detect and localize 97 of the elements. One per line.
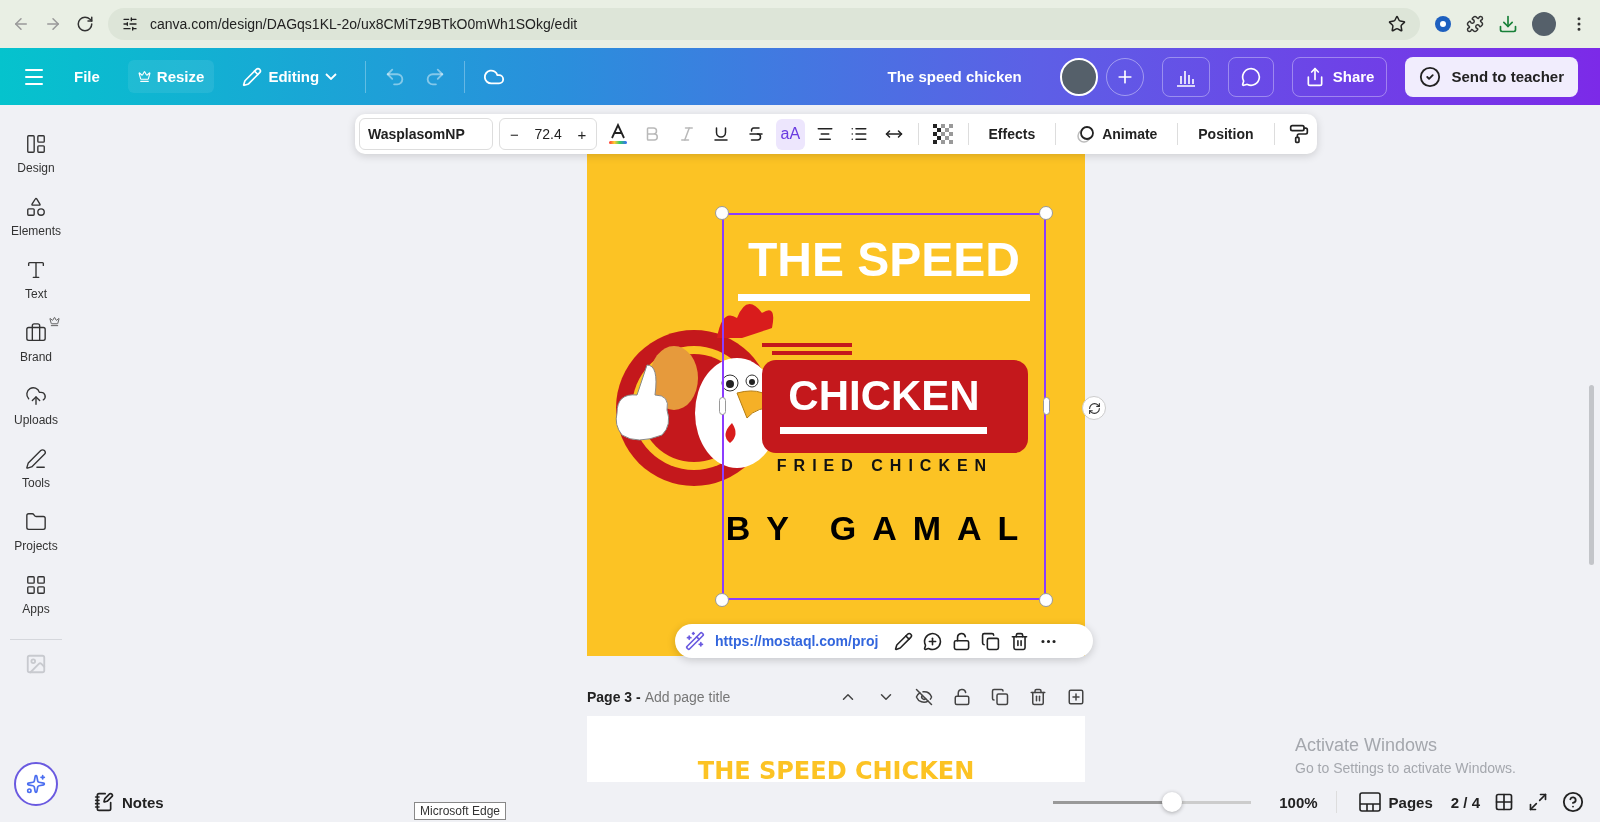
text-color-icon <box>607 123 628 145</box>
resize-handle[interactable] <box>1039 206 1053 220</box>
sidebar-item[interactable]: Uploads <box>4 381 68 431</box>
page-title-field[interactable]: Add page title <box>644 689 795 705</box>
slider-thumb[interactable] <box>1162 792 1183 812</box>
delete-icon[interactable] <box>1029 688 1047 706</box>
reload-icon[interactable] <box>76 15 94 33</box>
page-count: 2 / 4 <box>1450 793 1480 811</box>
resize-handle[interactable] <box>1039 593 1053 607</box>
send-to-teacher-button[interactable]: Send to teacher <box>1405 56 1578 97</box>
address-bar[interactable]: canva.com/design/DAGqs1KL-2o/ux8CMiTz9BTkO0mWh1SOkg/edit <box>108 8 1420 40</box>
pages-button[interactable]: Pages <box>1354 788 1437 816</box>
resize-handle[interactable] <box>715 206 729 220</box>
notes-button[interactable]: Notes <box>88 791 170 813</box>
duplicate-icon[interactable] <box>991 688 1009 706</box>
star-icon[interactable] <box>1388 15 1406 33</box>
checkerboard-icon <box>933 124 954 144</box>
puzzle-icon[interactable] <box>1466 15 1484 33</box>
position-button[interactable]: Position <box>1188 122 1264 146</box>
selection-frame[interactable] <box>722 213 1046 600</box>
sidebar-item[interactable]: Brand <box>4 318 68 368</box>
profile-avatar[interactable] <box>1532 12 1556 36</box>
rotate-button[interactable] <box>1082 396 1106 420</box>
banner-text: CHICKEN <box>787 371 981 421</box>
site-settings-icon[interactable] <box>122 16 138 32</box>
crown-icon <box>137 70 151 83</box>
font-size-value[interactable]: 72.4 <box>534 126 562 142</box>
magic-pen-icon[interactable] <box>685 631 705 651</box>
fullscreen-icon[interactable] <box>1528 792 1548 812</box>
add-page-icon[interactable] <box>1067 688 1085 706</box>
edit-icon[interactable] <box>894 631 914 651</box>
byline-text: BY GAMAL <box>724 509 1036 548</box>
unlock-icon[interactable] <box>952 631 972 651</box>
sidebar-item[interactable]: Elements <box>4 192 68 242</box>
pages-icon <box>1358 792 1381 812</box>
tooltip: Microsoft Edge <box>414 802 507 820</box>
share-button[interactable]: Share <box>1291 56 1388 97</box>
pen-icon <box>25 448 47 470</box>
animate-button[interactable]: Animate <box>1066 120 1168 148</box>
url-text: canva.com/design/DAGqs1KL-2o/ux8CMiTz9BTkO0mWh1SOkg/edit <box>150 16 579 32</box>
paint-roller-icon <box>1288 124 1309 144</box>
zoom-reading[interactable]: 100% <box>1279 793 1318 811</box>
rotate-icon <box>1087 401 1101 415</box>
hide-icon[interactable] <box>915 688 933 706</box>
page-label: Page 3 - <box>587 689 641 705</box>
user-avatar[interactable] <box>1059 57 1098 96</box>
sidebar-item[interactable]: Text <box>4 255 68 305</box>
activation-text: Go to Settings to activate Windows. <box>1295 760 1516 776</box>
scrollbar[interactable] <box>1589 385 1594 565</box>
delete-icon[interactable] <box>1010 631 1030 651</box>
comment-icon <box>1240 66 1261 87</box>
pencil-icon <box>242 66 263 87</box>
sparkles-icon <box>26 774 46 794</box>
analytics-button[interactable] <box>1161 56 1210 97</box>
effects-button[interactable]: Effects <box>978 122 1046 146</box>
align-center-icon <box>815 125 834 143</box>
circles-icon <box>1076 124 1097 144</box>
sidebar-item[interactable]: Projects <box>4 507 68 557</box>
letter-case-button[interactable]: aA <box>776 118 805 150</box>
design-title[interactable]: The speed chicken <box>887 68 1022 85</box>
design-heading: THE SPEED <box>746 232 1022 288</box>
briefcase-icon <box>25 322 47 344</box>
list-icon <box>850 125 869 143</box>
download-icon[interactable] <box>1498 14 1518 34</box>
tagline-text: FRIED CHICKEN <box>775 457 995 475</box>
extension-icon[interactable] <box>1434 15 1452 33</box>
unlock-icon[interactable] <box>953 688 971 706</box>
zoom-slider[interactable] <box>1053 792 1252 812</box>
resize-handle[interactable] <box>719 397 726 415</box>
chevron-down-icon <box>325 73 338 80</box>
comment-add-icon[interactable] <box>923 631 943 651</box>
folder-icon <box>25 511 47 533</box>
resize-handle[interactable] <box>715 593 729 607</box>
grid-view-icon[interactable] <box>1494 792 1514 812</box>
link-url[interactable]: https://mostaql.com/proj <box>715 633 879 649</box>
comment-button[interactable] <box>1227 56 1274 97</box>
duplicate-icon[interactable] <box>981 631 1001 651</box>
help-icon[interactable] <box>1562 791 1584 813</box>
text-icon <box>25 259 47 281</box>
sidebar-item[interactable]: Design <box>4 129 68 179</box>
layout-icon <box>25 133 47 155</box>
strikethrough-icon <box>746 125 765 143</box>
underline-icon <box>712 125 731 143</box>
font-select[interactable]: WasplasomNP <box>359 118 493 150</box>
resize-handle[interactable] <box>1043 397 1050 415</box>
decrease-size-button[interactable]: − <box>504 123 525 145</box>
sidebar-item[interactable]: Apps <box>4 570 68 620</box>
sidebar-item[interactable]: Tools <box>4 444 68 494</box>
shapes-icon <box>25 196 47 218</box>
cloud-upload-icon <box>25 385 47 407</box>
magic-assistant-button[interactable] <box>14 762 58 806</box>
check-circle-icon <box>1419 65 1442 88</box>
activation-title: Activate Windows <box>1295 735 1439 756</box>
preview-heading: THE SPEED CHICKEN <box>697 757 975 782</box>
apps-icon <box>25 574 47 596</box>
notes-icon <box>94 792 114 812</box>
increase-size-button[interactable]: + <box>571 123 593 145</box>
